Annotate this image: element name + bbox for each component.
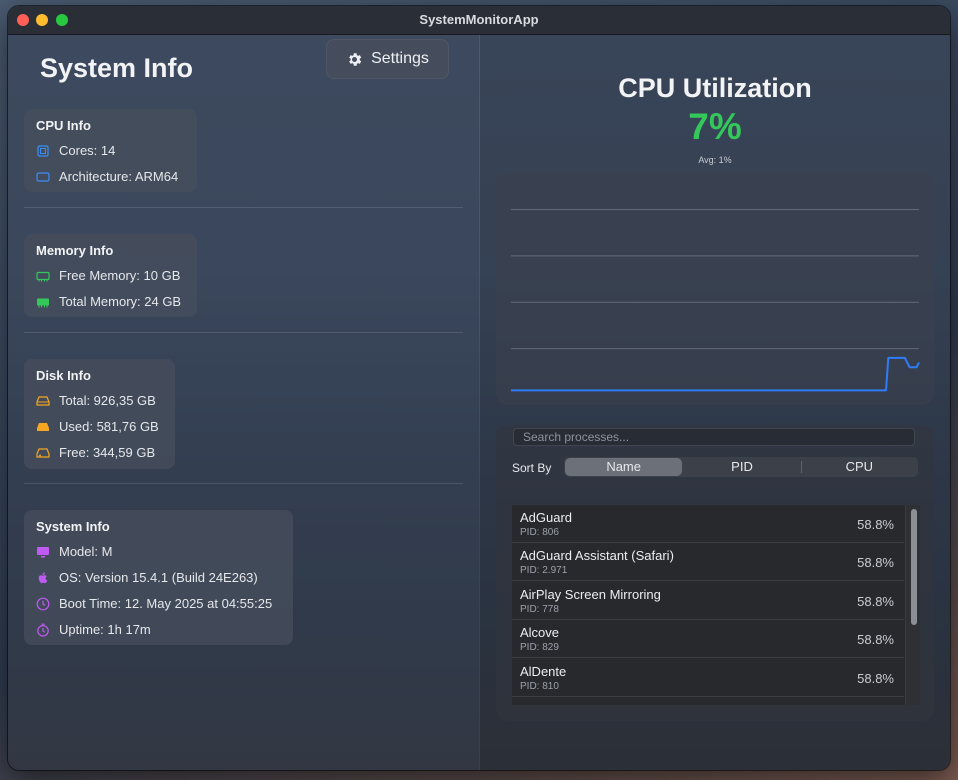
process-pid: PID: 806 xyxy=(520,527,559,538)
disk-free-row: Free: 344,59 GB xyxy=(36,445,155,460)
cpu-usage-chart xyxy=(511,209,920,392)
app-window: SystemMonitorApp System Info Settings CP… xyxy=(8,6,950,770)
process-name: AlDente xyxy=(520,664,567,679)
sort-option-pid[interactable]: PID xyxy=(683,457,800,477)
process-cpu: 58.8% xyxy=(857,632,894,647)
gear-icon xyxy=(349,52,362,66)
system-info-pane: System Info Settings CPU Info Cores: 14 … xyxy=(8,35,479,770)
process-row[interactable]: AlDente PID: 810 58.8% xyxy=(512,659,904,697)
disk-info-card: Disk Info Total: 926,35 GB Used: 581,76 … xyxy=(24,359,175,469)
cpu-utilization-title: CPU Utilization xyxy=(618,73,812,103)
page-title: System Info xyxy=(40,53,194,83)
process-name: Alcove xyxy=(520,625,560,640)
process-name: AdGuard Assistant (Safari) xyxy=(520,548,674,563)
disk-used-text: Used: 581,76 GB xyxy=(59,419,159,434)
cpu-cores-text: Cores: 14 xyxy=(59,143,116,158)
process-list-scrollbar[interactable] xyxy=(905,505,920,705)
sort-option-name[interactable]: Name xyxy=(565,458,683,476)
process-cpu: 58.8% xyxy=(857,671,894,686)
process-name: AdGuard xyxy=(520,510,573,525)
disk-free-text: Free: 344,59 GB xyxy=(59,445,156,460)
model-row: Model: M xyxy=(36,544,112,559)
memory-info-title: Memory Info xyxy=(36,243,114,258)
cpu-architecture-row: Architecture: ARM64 xyxy=(36,169,178,184)
disk-total-text: Total: 926,35 GB xyxy=(59,393,156,408)
cpu-chip-icon xyxy=(37,144,49,157)
memory-chip-icon xyxy=(36,271,50,281)
total-memory-row: Total Memory: 24 GB xyxy=(36,294,181,309)
boot-time-row: Boot Time: 12. May 2025 at 04:55:25 xyxy=(36,596,272,611)
cpu-cores-row: Cores: 14 xyxy=(36,143,115,158)
disk-icon xyxy=(36,395,50,406)
disk-used-row: Used: 581,76 GB xyxy=(36,419,159,434)
section-divider xyxy=(24,207,463,208)
system-info-title: System Info xyxy=(36,519,110,534)
process-row[interactable]: Alcove PID: 829 58.8% xyxy=(512,620,904,658)
disk-filled-icon xyxy=(37,422,49,431)
process-pid: PID: 778 xyxy=(520,604,559,615)
cpu-utilization-pane: CPU Utilization 7% Avg: 1% Sort By Name … xyxy=(480,35,950,770)
cpu-architecture-text: Architecture: ARM64 xyxy=(59,169,179,184)
title-bar: SystemMonitorApp xyxy=(8,6,950,35)
free-memory-row: Free Memory: 10 GB xyxy=(36,268,180,283)
section-divider xyxy=(24,332,463,333)
architecture-icon xyxy=(36,171,50,182)
apple-logo-icon xyxy=(38,571,48,583)
disk-badge-icon xyxy=(36,447,50,458)
memory-info-card: Memory Info Free Memory: 10 GB Total Mem… xyxy=(24,234,197,317)
sort-segmented-control: Name PID CPU xyxy=(564,457,918,477)
uptime-text: Uptime: 1h 17m xyxy=(59,622,151,637)
process-cpu: 58.8% xyxy=(857,517,894,532)
process-row[interactable]: AdGuard PID: 806 58.8% xyxy=(512,505,904,543)
process-pid: PID: 829 xyxy=(520,642,559,653)
cpu-info-card: CPU Info Cores: 14 Architecture: ARM64 xyxy=(24,109,197,192)
process-row[interactable]: AirPlay Screen Mirroring PID: 778 58.8% xyxy=(512,582,904,620)
os-text: OS: Version 15.4.1 (Build 24E263) xyxy=(59,570,258,585)
system-info-card: System Info Model: M OS: Version 15.4.1 … xyxy=(24,510,293,645)
scrollbar-thumb[interactable] xyxy=(911,509,917,625)
os-row: OS: Version 15.4.1 (Build 24E263) xyxy=(36,570,258,585)
sort-option-cpu[interactable]: CPU xyxy=(800,457,918,477)
total-memory-text: Total Memory: 24 GB xyxy=(59,294,182,309)
process-pid: PID: 810 xyxy=(520,681,559,692)
model-text: Model: M xyxy=(59,544,113,559)
section-divider xyxy=(24,483,463,484)
cpu-average-text: Avg: 1% xyxy=(698,155,732,165)
desktop-computer-icon xyxy=(37,546,49,557)
disk-total-row: Total: 926,35 GB xyxy=(36,393,156,408)
uptime-row: Uptime: 1h 17m xyxy=(36,622,151,637)
process-cpu: 58.8% xyxy=(857,594,894,609)
cpu-usage-line xyxy=(511,356,920,392)
clock-icon xyxy=(36,597,50,610)
search-processes-input[interactable] xyxy=(513,428,915,446)
settings-label: Settings xyxy=(371,50,429,67)
process-cpu: 58.8% xyxy=(857,555,894,570)
cpu-utilization-value: 7% xyxy=(688,106,742,147)
settings-button[interactable]: Settings xyxy=(326,39,449,79)
window-title: SystemMonitorApp xyxy=(419,12,539,27)
process-name: AirPlay Screen Mirroring xyxy=(520,587,661,602)
process-pid: PID: 2.971 xyxy=(520,565,568,576)
cpu-info-title: CPU Info xyxy=(36,118,91,133)
disk-info-title: Disk Info xyxy=(36,368,91,383)
boot-time-text: Boot Time: 12. May 2025 at 04:55:25 xyxy=(59,596,273,611)
process-row[interactable]: AdGuard Assistant (Safari) PID: 2.971 58… xyxy=(512,543,904,581)
sort-by-label: Sort By xyxy=(512,461,552,475)
process-list[interactable]: AdGuard PID: 806 58.8% AdGuard Assistant… xyxy=(512,505,920,705)
cpu-chart-panel xyxy=(496,173,934,405)
timer-icon xyxy=(37,623,49,637)
memory-chip-filled-icon xyxy=(37,298,49,307)
process-panel: Sort By Name PID CPU AdGuard PID: 806 58… xyxy=(496,425,934,721)
free-memory-text: Free Memory: 10 GB xyxy=(59,268,181,283)
